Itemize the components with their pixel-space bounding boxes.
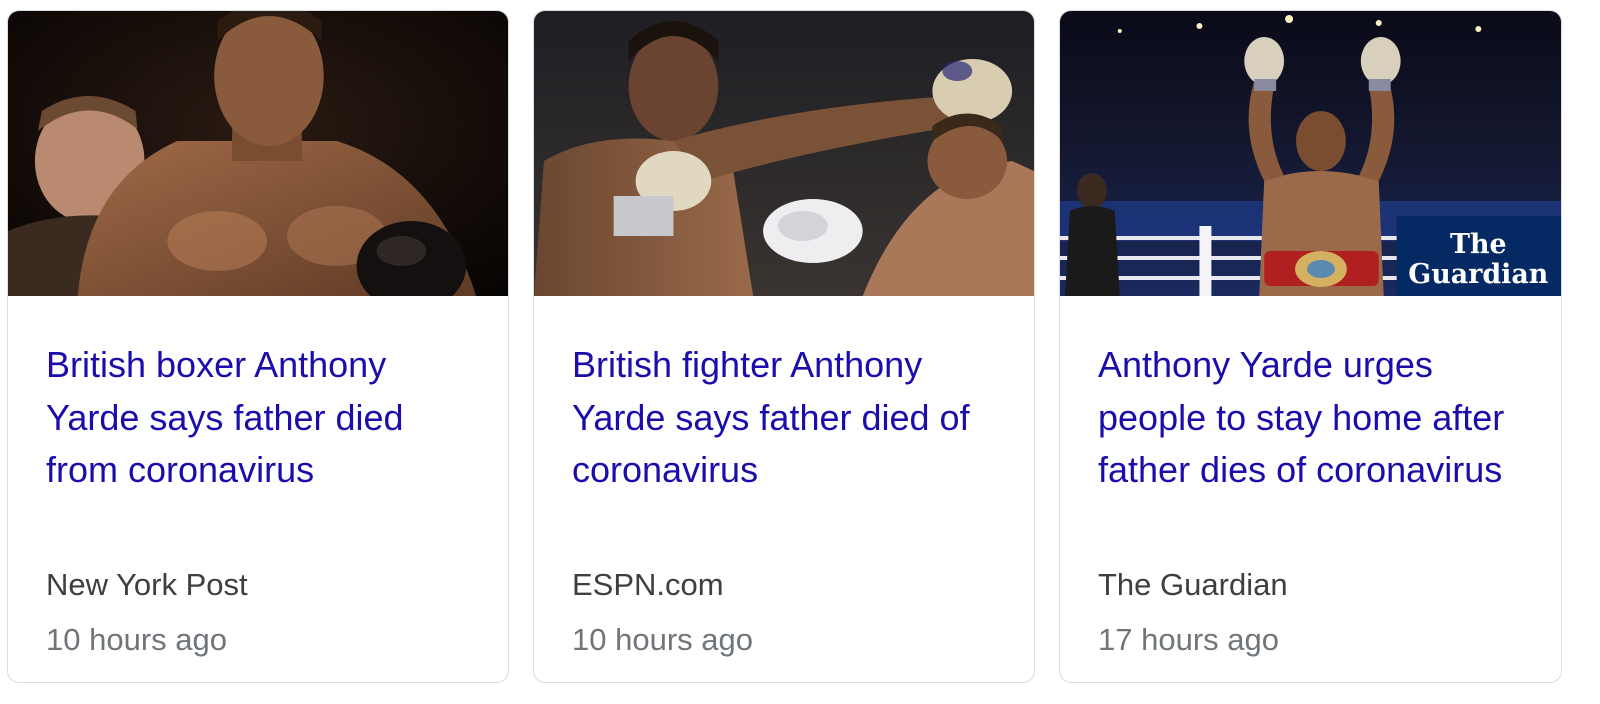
boxer-portrait-image xyxy=(8,11,508,296)
news-thumbnail[interactable]: The Guardian xyxy=(1060,11,1561,296)
news-card[interactable]: The Guardian Anthony Yarde urges people … xyxy=(1059,10,1562,683)
guardian-watermark-line2: Guardian xyxy=(1408,259,1548,290)
news-source: ESPN.com xyxy=(572,567,724,602)
news-timestamp: 17 hours ago xyxy=(1098,622,1279,657)
news-timestamp: 10 hours ago xyxy=(572,622,753,657)
news-headline[interactable]: British boxer Anthony Yarde says father … xyxy=(46,339,476,497)
news-card[interactable]: British boxer Anthony Yarde says father … xyxy=(7,10,509,683)
news-carousel: British boxer Anthony Yarde says father … xyxy=(0,0,1600,704)
news-headline[interactable]: British fighter Anthony Yarde says fathe… xyxy=(572,339,1002,497)
news-thumbnail[interactable] xyxy=(8,11,508,296)
news-source: New York Post xyxy=(46,567,248,602)
news-card[interactable]: British fighter Anthony Yarde says fathe… xyxy=(533,10,1035,683)
boxer-victory-image: The Guardian xyxy=(1060,11,1561,296)
news-headline[interactable]: Anthony Yarde urges people to stay home … xyxy=(1098,339,1528,497)
news-timestamp: 10 hours ago xyxy=(46,622,227,657)
boxing-punch-image xyxy=(534,11,1034,296)
news-thumbnail[interactable] xyxy=(534,11,1034,296)
guardian-watermark-line1: The xyxy=(1450,229,1507,260)
news-source: The Guardian xyxy=(1098,567,1288,602)
